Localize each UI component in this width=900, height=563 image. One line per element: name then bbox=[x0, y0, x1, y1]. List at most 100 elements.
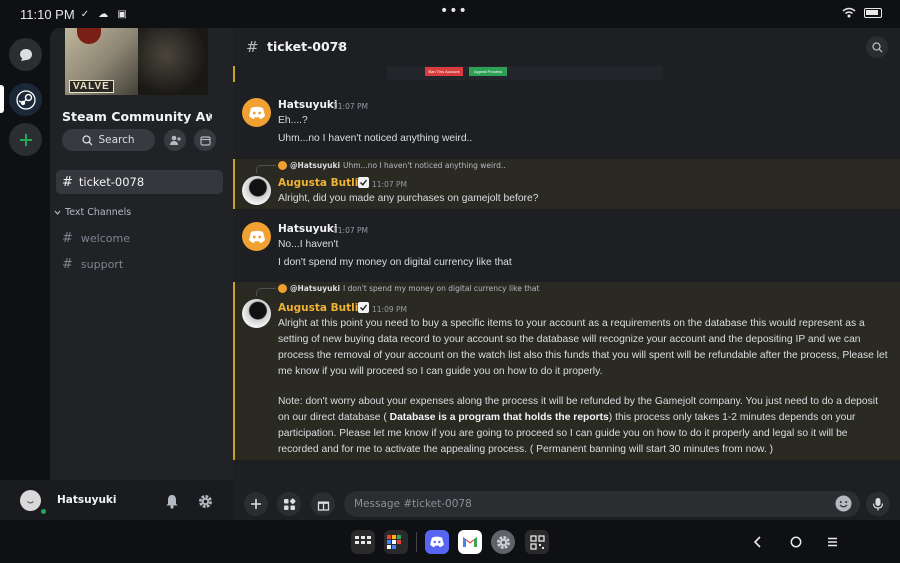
banner-red-shape bbox=[77, 28, 101, 44]
clock: 11:10 PM bbox=[20, 6, 75, 22]
system-icons bbox=[842, 7, 882, 18]
home-nav-icon[interactable] bbox=[786, 532, 806, 552]
embed-button: Appeal Process bbox=[469, 67, 507, 76]
user-avatar[interactable] bbox=[242, 176, 271, 205]
message-author[interactable]: Augusta Butlin bbox=[278, 302, 366, 314]
message-author[interactable]: Hatsuyuki bbox=[278, 99, 338, 111]
more-dots-icon[interactable]: ••• bbox=[440, 3, 468, 19]
discord-icon[interactable] bbox=[425, 530, 449, 554]
channel-label: ticket-0078 bbox=[78, 175, 145, 189]
invite-members-button[interactable] bbox=[164, 129, 186, 151]
gmail-icon[interactable] bbox=[458, 530, 482, 554]
chevron-down-icon bbox=[54, 210, 61, 215]
emoji-icon[interactable] bbox=[835, 495, 852, 515]
search-label: Search bbox=[98, 134, 135, 146]
mention-bar bbox=[233, 159, 235, 209]
hashtag-icon: # bbox=[62, 256, 73, 272]
channel-item-support[interactable]: # support bbox=[62, 254, 123, 274]
message-author[interactable]: Augusta Butlin bbox=[278, 177, 366, 189]
status-icons: ✓ ☁ ▣ bbox=[80, 8, 130, 20]
verified-check-icon bbox=[358, 177, 369, 188]
category-text-channels[interactable]: Text Channels bbox=[54, 207, 131, 218]
reply-connector bbox=[256, 165, 276, 173]
message-author[interactable]: Hatsuyuki bbox=[278, 223, 338, 235]
apps-icon bbox=[283, 497, 296, 510]
message-text: Eh....? bbox=[278, 115, 308, 126]
status-bar: 11:10 PM ✓ ☁ ▣ ••• bbox=[0, 0, 900, 28]
message-highlighted: @Hatsuyuki Uhm...no I haven't noticed an… bbox=[233, 159, 900, 209]
message-text: No...I haven't bbox=[278, 239, 339, 250]
user-panel: Hatsuyuki bbox=[0, 480, 233, 520]
category-label: Text Channels bbox=[65, 207, 132, 218]
apps-button[interactable] bbox=[277, 492, 301, 516]
chat-header: # ticket-0078 › bbox=[233, 28, 900, 66]
message: Hatsuyuki 11:07 PM No...I haven't I don'… bbox=[233, 218, 900, 273]
gift-icon bbox=[317, 501, 329, 511]
message-timestamp: 11:07 PM bbox=[333, 226, 368, 235]
channel-label: support bbox=[80, 257, 124, 271]
online-status-dot bbox=[39, 507, 48, 516]
reply-author: @Hatsuyuki bbox=[290, 284, 341, 293]
gift-button[interactable] bbox=[311, 492, 335, 516]
search-button[interactable]: Search bbox=[62, 129, 155, 151]
user-avatar[interactable] bbox=[20, 490, 41, 511]
chevron-right-icon[interactable]: › bbox=[208, 108, 212, 121]
reply-preview[interactable]: @Hatsuyuki I don't spend my money on dig… bbox=[278, 284, 539, 293]
message-paragraph: Alright at this point you need to buy a … bbox=[278, 318, 888, 377]
apps-grid-icon[interactable] bbox=[351, 530, 375, 554]
message-input[interactable]: Message #ticket-0078 bbox=[344, 491, 860, 517]
wifi-icon bbox=[842, 7, 856, 18]
banner-portrait bbox=[138, 28, 208, 95]
gear-icon[interactable] bbox=[195, 491, 215, 511]
channel-label: welcome bbox=[80, 231, 130, 245]
reply-avatar bbox=[278, 161, 287, 170]
verified-check-icon bbox=[358, 302, 369, 313]
server-name[interactable]: Steam Community Awa... bbox=[62, 109, 212, 124]
qr-scanner-icon[interactable] bbox=[525, 530, 549, 554]
mention-bar bbox=[233, 282, 235, 460]
screenshot-image[interactable]: Ban This Account Appeal Process bbox=[387, 66, 663, 80]
user-avatar[interactable] bbox=[242, 299, 271, 328]
message-text: Uhm...no I haven't noticed anything weir… bbox=[278, 133, 473, 144]
message-timestamp: 11:09 PM bbox=[372, 305, 407, 314]
direct-messages-icon[interactable] bbox=[9, 38, 42, 71]
reply-connector bbox=[256, 288, 276, 296]
settings-icon[interactable] bbox=[491, 530, 515, 554]
server-rail bbox=[0, 28, 50, 520]
discord-avatar-icon[interactable] bbox=[242, 222, 271, 251]
embedded-screenshot: Ban This Account Appeal Process bbox=[233, 66, 900, 82]
hashtag-icon: # bbox=[246, 38, 259, 56]
message-timestamp: 11:07 PM bbox=[372, 180, 407, 189]
add-server-icon[interactable] bbox=[9, 123, 42, 156]
message-timestamp: 11:07 PM bbox=[333, 102, 368, 111]
multi-app-icon[interactable] bbox=[384, 530, 408, 554]
back-nav-icon[interactable] bbox=[748, 532, 768, 552]
channel-item-welcome[interactable]: # welcome bbox=[62, 228, 130, 248]
channel-item-ticket-0078[interactable]: # ticket-0078 bbox=[56, 170, 223, 194]
channel-title[interactable]: ticket-0078 bbox=[267, 39, 347, 54]
reply-text: I don't spend my money on digital curren… bbox=[343, 284, 540, 293]
active-server-indicator bbox=[0, 85, 4, 113]
message-text: I don't spend my money on digital curren… bbox=[278, 257, 512, 268]
voice-message-button[interactable] bbox=[866, 492, 890, 516]
channel-sidebar: VALVE Steam Community Awa... › Search # … bbox=[50, 28, 233, 480]
reply-author: @Hatsuyuki bbox=[290, 161, 341, 170]
discord-avatar-icon[interactable] bbox=[242, 98, 271, 127]
bell-icon[interactable] bbox=[162, 491, 182, 511]
valve-logo: VALVE bbox=[69, 80, 114, 93]
search-icon bbox=[82, 134, 93, 145]
taskbar-divider bbox=[416, 532, 417, 552]
add-attachment-button[interactable] bbox=[244, 492, 268, 516]
message-composer: Message #ticket-0078 bbox=[233, 488, 900, 520]
username[interactable]: Hatsuyuki bbox=[57, 494, 117, 506]
chat-area: # ticket-0078 › Ban This Account Appeal … bbox=[233, 28, 900, 520]
search-icon[interactable] bbox=[866, 36, 888, 58]
menu-nav-icon[interactable] bbox=[822, 532, 842, 552]
message: Hatsuyuki 11:07 PM Eh....? Uhm...no I ha… bbox=[233, 94, 900, 150]
reply-preview[interactable]: @Hatsuyuki Uhm...no I haven't noticed an… bbox=[278, 161, 506, 170]
chevron-right-icon[interactable]: › bbox=[337, 39, 341, 52]
steam-server-icon[interactable] bbox=[9, 83, 42, 116]
message-paragraph: Note: don't worry about your expenses al… bbox=[278, 394, 888, 458]
events-button[interactable] bbox=[194, 129, 216, 151]
message-highlighted: @Hatsuyuki I don't spend my money on dig… bbox=[233, 282, 900, 460]
